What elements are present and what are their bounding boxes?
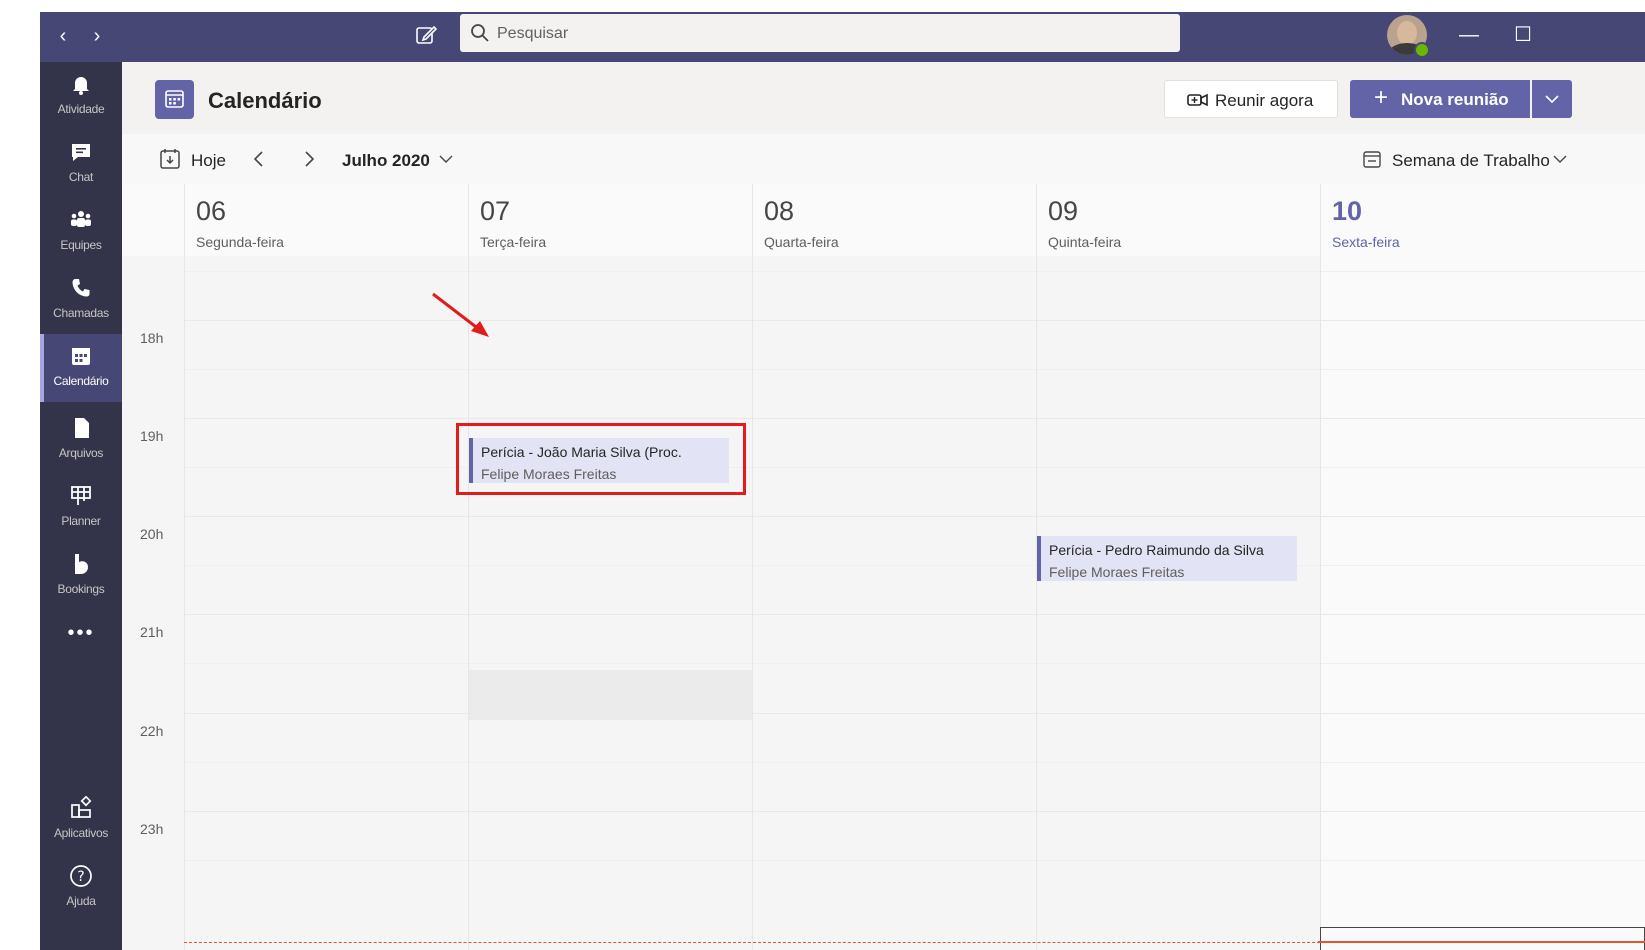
presence-status-icon: [1414, 42, 1430, 58]
calendar-app-icon: [155, 80, 194, 119]
meet-now-button[interactable]: Reunir agora: [1164, 80, 1338, 118]
search-icon: [470, 23, 490, 43]
today-current-slot: [1320, 927, 1645, 950]
search-input[interactable]: Pesquisar: [460, 14, 1180, 52]
day-header-10[interactable]: 10 Sexta-feira: [1320, 184, 1645, 256]
time-label: 20h: [140, 526, 164, 542]
minimize-icon[interactable]: —: [1454, 20, 1484, 50]
day-number: 08: [764, 196, 795, 226]
rail-item-bookings[interactable]: Bookings: [40, 542, 122, 606]
rail-item-ajuda[interactable]: ? Ajuda: [40, 854, 122, 918]
teams-icon: [69, 208, 93, 232]
time-label: 19h: [140, 428, 164, 444]
calendar-icon: [69, 344, 93, 368]
title-bar: ‹ › Pesquisar — ☐: [40, 12, 1645, 62]
chevron-left-icon[interactable]: [250, 149, 268, 169]
rail-item-arquivos[interactable]: Arquivos: [40, 406, 122, 470]
chevron-down-icon[interactable]: [438, 152, 454, 166]
day-header-06[interactable]: 06 Segunda-feira: [184, 184, 468, 256]
day-number: 07: [480, 196, 511, 226]
rail-label: Equipes: [60, 238, 102, 252]
rail-label: Planner: [61, 514, 101, 528]
today-icon: [159, 148, 181, 170]
chat-icon: [69, 140, 93, 164]
rail-item-planner[interactable]: Planner: [40, 474, 122, 538]
time-label: 22h: [140, 723, 164, 739]
planner-icon: [69, 484, 93, 508]
calendar-event[interactable]: Perícia - Pedro Raimundo da Silva Felipe…: [1037, 536, 1297, 581]
calendar-header: Calendário Reunir agora + Nova reunião: [122, 62, 1645, 134]
day-header-08[interactable]: 08 Quarta-feira: [752, 184, 1036, 256]
day-header-row: 06 Segunda-feira 07 Terça-feira 08 Quart…: [122, 184, 1645, 256]
rail-label: Calendário: [53, 374, 109, 388]
time-label: 21h: [140, 624, 164, 640]
svg-text:?: ?: [77, 869, 84, 885]
search-placeholder: Pesquisar: [497, 25, 569, 42]
bookings-icon: [69, 552, 93, 576]
today-button[interactable]: Hoje: [191, 151, 226, 171]
rail-label: Ajuda: [66, 894, 96, 908]
phone-icon: [69, 276, 93, 300]
new-meeting-dropdown-button[interactable]: [1532, 80, 1572, 118]
rail-label: Atividade: [57, 102, 105, 116]
day-number: 09: [1048, 196, 1079, 226]
time-label: 18h: [140, 330, 164, 346]
video-camera-icon: [1187, 90, 1209, 110]
plus-icon: +: [1374, 84, 1389, 111]
today-column[interactable]: [1320, 256, 1645, 950]
calendar-main: Calendário Reunir agora + Nova reunião H…: [122, 62, 1645, 950]
rail-label: Chamadas: [53, 306, 109, 320]
view-calendar-icon: [1362, 149, 1382, 169]
rail-item-chamadas[interactable]: Chamadas: [40, 266, 122, 330]
apps-icon: [69, 795, 93, 820]
calendar-toolbar: Hoje Julho 2020 Semana de Trabalho: [122, 134, 1645, 185]
time-label: 23h: [140, 821, 164, 837]
rail-label: Arquivos: [58, 446, 104, 460]
forward-icon[interactable]: ›: [86, 25, 108, 47]
more-icon: •••: [67, 622, 95, 644]
new-meeting-label: Nova reunião: [1401, 90, 1509, 109]
rail-item-atividade[interactable]: Atividade: [40, 62, 122, 126]
rail-label: Bookings: [57, 582, 105, 596]
current-time-line: [184, 942, 1320, 943]
maximize-icon[interactable]: ☐: [1508, 20, 1538, 50]
annotation-highlight-box: [456, 423, 746, 495]
event-title: Perícia - Pedro Raimundo da Silva: [1049, 542, 1264, 558]
view-selector[interactable]: Semana de Trabalho: [1392, 151, 1550, 171]
day-number: 06: [196, 196, 227, 226]
day-header-09[interactable]: 09 Quinta-feira: [1036, 184, 1320, 256]
chevron-right-icon[interactable]: [300, 149, 318, 169]
rail-item-calendario[interactable]: Calendário: [40, 334, 122, 402]
rail-label: Chat: [68, 170, 94, 184]
app-rail: Atividade Chat Equipes Chamadas Calendár…: [40, 62, 122, 950]
calendar-grid: 18h 19h 20h 21h 22h 23h Perícia - João M…: [122, 256, 1645, 950]
day-name: Quarta-feira: [764, 234, 839, 250]
help-icon: ?: [69, 864, 93, 888]
day-name: Terça-feira: [480, 234, 547, 250]
chevron-down-icon[interactable]: [1552, 152, 1568, 166]
more-apps-button[interactable]: •••: [40, 618, 122, 658]
rail-label: Aplicativos: [53, 826, 109, 840]
bell-icon: [69, 72, 93, 96]
day-header-07[interactable]: 07 Terça-feira: [468, 184, 752, 256]
rail-item-chat[interactable]: Chat: [40, 130, 122, 194]
day-name: Quinta-feira: [1048, 234, 1122, 250]
chevron-down-icon: [1544, 92, 1560, 106]
page-title: Calendário: [208, 88, 322, 113]
event-organizer: Felipe Moraes Freitas: [1049, 564, 1185, 580]
current-time-line-today: [1318, 941, 1645, 943]
new-meeting-button[interactable]: + Nova reunião: [1350, 80, 1530, 118]
rail-item-equipes[interactable]: Equipes: [40, 198, 122, 262]
day-name: Segunda-feira: [196, 234, 284, 250]
day-number: 10: [1332, 196, 1363, 226]
file-icon: [69, 416, 93, 440]
rail-item-aplicativos[interactable]: Aplicativos: [40, 786, 122, 850]
day-name: Sexta-feira: [1332, 234, 1400, 250]
meet-now-label: Reunir agora: [1215, 91, 1314, 110]
compose-icon[interactable]: [414, 23, 438, 47]
month-picker[interactable]: Julho 2020: [342, 151, 430, 171]
back-icon[interactable]: ‹: [52, 25, 74, 47]
